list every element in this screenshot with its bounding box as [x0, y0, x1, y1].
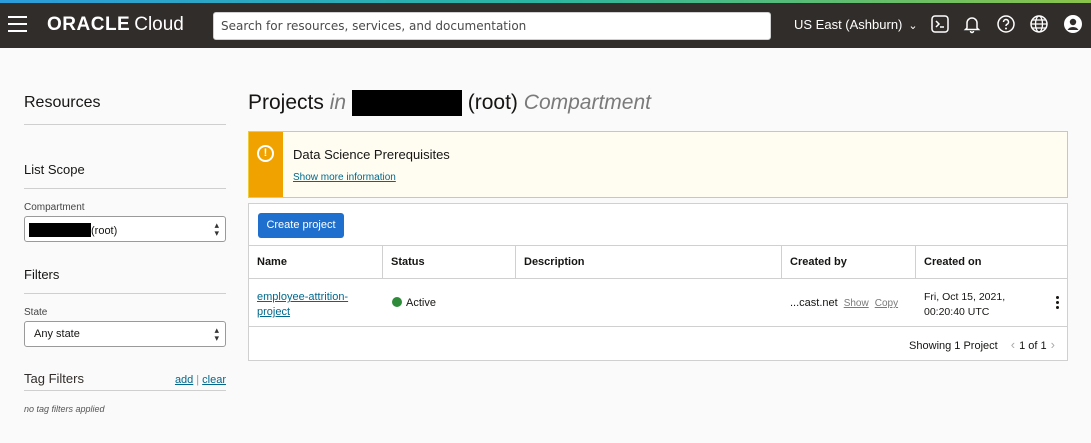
menu-icon[interactable] — [8, 16, 27, 32]
status-cell: Active — [392, 297, 436, 309]
warning-icon: ! — [257, 145, 274, 162]
state-select[interactable]: Any state ▴ ▾ — [24, 321, 226, 347]
help-icon[interactable] — [996, 14, 1016, 34]
table-header: Name Status Description Created by Creat… — [249, 245, 1067, 279]
column-header-description[interactable]: Description — [516, 246, 782, 278]
oracle-cloud-logo[interactable]: ORACLE Cloud — [47, 14, 184, 36]
created-on-line2: 00:20:40 UTC — [924, 306, 990, 318]
sidebar-title: Resources — [24, 94, 226, 125]
globe-icon[interactable] — [1029, 14, 1049, 34]
resources-sidebar: Resources List Scope Compartment (root) … — [24, 94, 226, 414]
column-header-created-on[interactable]: Created on — [916, 246, 1067, 278]
page-title: Projects in (root) Compartment — [248, 90, 651, 116]
previous-page-icon[interactable]: ‹ — [1011, 337, 1015, 352]
select-arrows-icon: ▴ ▾ — [214, 325, 219, 343]
state-value: Any state — [34, 328, 80, 340]
row-actions-menu-icon[interactable] — [1056, 296, 1059, 311]
title-prefix: Projects — [248, 91, 324, 114]
tag-filters-heading: Tag Filters — [24, 371, 84, 386]
profile-icon[interactable] — [1063, 14, 1083, 34]
cloud-shell-icon[interactable] — [930, 14, 950, 34]
table-footer: Showing 1 Project ‹ 1 of 1 › — [909, 337, 1059, 352]
filters-heading: Filters — [24, 267, 226, 294]
banner-accent-bar: ! — [249, 132, 283, 197]
table-row: employee-attrition-project Active ...cas… — [249, 279, 1067, 327]
list-scope-heading: List Scope — [24, 162, 226, 189]
no-tags-text: no tag filters applied — [24, 404, 105, 414]
redacted-tenancy-name — [351, 90, 462, 116]
tag-add-link[interactable]: add — [175, 374, 193, 386]
column-header-created-by[interactable]: Created by — [782, 246, 916, 278]
project-name-line2: project — [257, 306, 291, 318]
create-project-button[interactable]: Create project — [258, 213, 344, 238]
showing-count: Showing 1 Project — [909, 340, 998, 352]
project-name-link[interactable]: employee-attrition-project — [257, 290, 348, 320]
projects-table-panel: Create project Name Status Description C… — [248, 203, 1068, 361]
accent-stripe — [0, 0, 1091, 3]
show-link[interactable]: Show — [844, 298, 869, 309]
compartment-value: (root) — [91, 225, 118, 237]
search-input[interactable]: Search for resources, services, and docu… — [213, 12, 771, 40]
bell-icon[interactable] — [962, 14, 982, 34]
page-indicator: 1 of 1 — [1019, 340, 1047, 352]
title-suffix: Compartment — [523, 91, 651, 114]
tag-clear-link[interactable]: clear — [202, 374, 226, 386]
created-by-value: ...cast.net — [790, 297, 838, 309]
chevron-down-icon: ⌄ — [908, 20, 918, 32]
state-label: State — [24, 307, 48, 318]
compartment-select[interactable]: (root) ▴ ▾ — [24, 216, 226, 242]
logo-product: Cloud — [134, 14, 184, 35]
created-on-line1: Fri, Oct 15, 2021, — [924, 291, 1006, 303]
show-more-information-link[interactable]: Show more information — [293, 172, 396, 183]
status-active-icon — [392, 297, 402, 307]
title-root: (root) — [467, 91, 518, 114]
compartment-label: Compartment — [24, 202, 85, 213]
logo-brand: ORACLE — [47, 14, 131, 35]
status-text: Active — [406, 297, 436, 309]
next-page-icon[interactable]: › — [1051, 337, 1055, 352]
project-name-line1: employee-attrition- — [257, 291, 349, 303]
prerequisites-banner: ! Data Science Prerequisites Show more i… — [248, 131, 1068, 198]
banner-title: Data Science Prerequisites — [293, 147, 450, 162]
top-navigation-bar: ORACLE Cloud Search for resources, servic… — [0, 0, 1091, 48]
column-header-name[interactable]: Name — [249, 246, 383, 278]
column-header-status[interactable]: Status — [383, 246, 516, 278]
created-on-cell: Fri, Oct 15, 2021, 00:20:40 UTC — [924, 290, 1005, 320]
created-by-cell: ...cast.net Show Copy — [790, 297, 898, 309]
region-label: US East (Ashburn) — [794, 17, 903, 32]
redacted-compartment-name — [29, 223, 91, 237]
region-selector[interactable]: US East (Ashburn) ⌄ — [794, 17, 918, 32]
copy-link[interactable]: Copy — [875, 298, 898, 309]
tag-filters-header: Tag Filters add | clear — [24, 371, 226, 391]
title-in: in — [329, 91, 347, 114]
select-arrows-icon: ▴ ▾ — [214, 220, 219, 238]
